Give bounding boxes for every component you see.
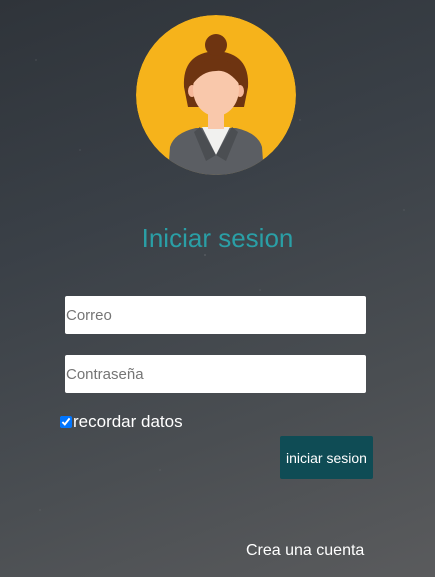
- page-title: Iniciar sesion: [141, 223, 294, 253]
- remember-checkbox[interactable]: [60, 416, 72, 428]
- password-field[interactable]: [65, 355, 366, 393]
- remember-me[interactable]: recordar datos: [60, 412, 183, 432]
- remember-label: recordar datos: [73, 412, 183, 431]
- login-button[interactable]: iniciar sesion: [280, 436, 373, 479]
- email-field[interactable]: [65, 296, 366, 334]
- user-avatar-icon: [136, 15, 296, 175]
- create-account-link[interactable]: Crea una cuenta: [246, 542, 364, 560]
